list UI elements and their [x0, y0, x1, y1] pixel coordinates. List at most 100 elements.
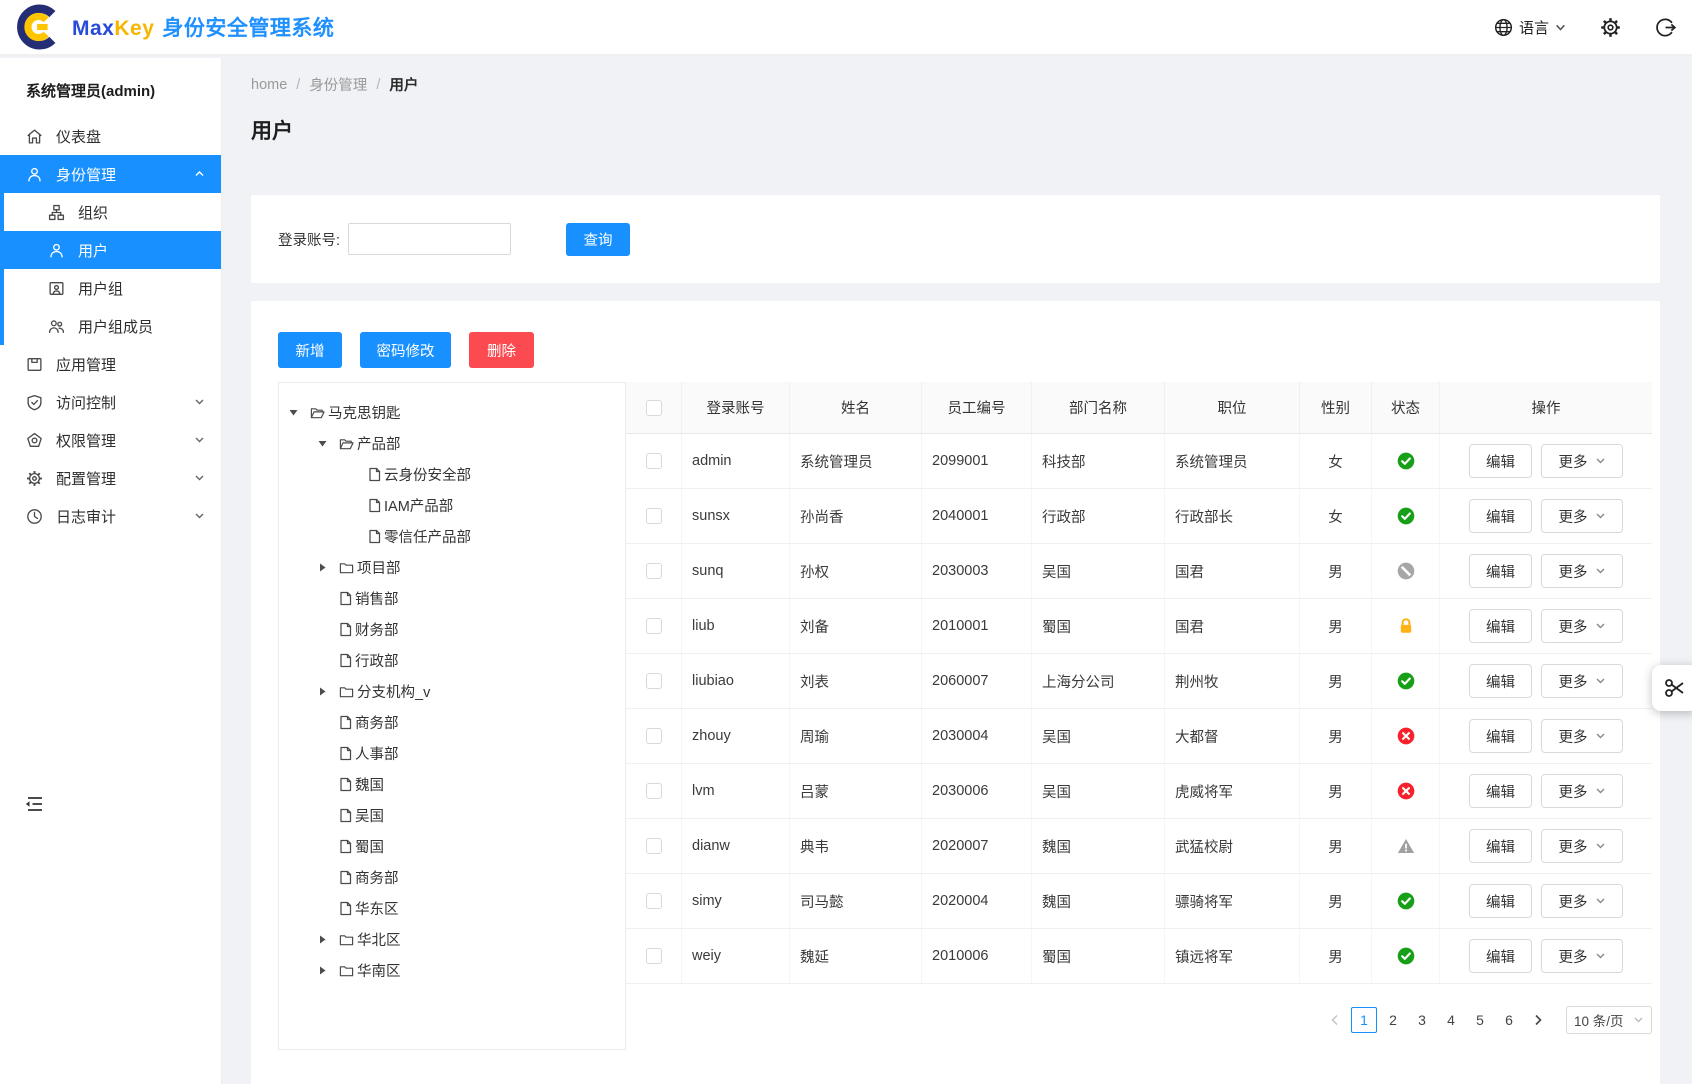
config-icon [26, 470, 43, 487]
more-dropdown-button[interactable]: 更多 [1541, 444, 1623, 478]
sidebar-item-user[interactable]: 用户 [0, 231, 221, 269]
folder-icon [339, 685, 354, 699]
row-checkbox[interactable] [646, 893, 662, 909]
more-dropdown-button[interactable]: 更多 [1541, 829, 1623, 863]
floating-widget[interactable] [1652, 665, 1692, 711]
tree-node[interactable]: 华南区 [279, 955, 625, 986]
tree-node[interactable]: 人事部 [279, 738, 625, 769]
tree-node[interactable]: 零信任产品部 [279, 521, 625, 552]
more-dropdown-button[interactable]: 更多 [1541, 609, 1623, 643]
sidebar-item-user-group[interactable]: 用户组 [0, 269, 221, 307]
row-checkbox[interactable] [646, 783, 662, 799]
sidebar-item-dashboard[interactable]: 仪表盘 [0, 117, 221, 155]
row-checkbox[interactable] [646, 618, 662, 634]
tree-expand-open-icon[interactable] [318, 439, 339, 448]
tree-expand-closed-icon[interactable] [318, 563, 339, 572]
tree-node[interactable]: 商务部 [279, 862, 625, 893]
cell-status [1372, 819, 1440, 873]
tree-expand-open-icon[interactable] [289, 408, 310, 417]
edit-button[interactable]: 编辑 [1469, 829, 1532, 863]
tree-expand-closed-icon[interactable] [318, 687, 339, 696]
file-icon [339, 622, 352, 637]
change-password-button[interactable]: 密码修改 [360, 332, 451, 368]
tree-node[interactable]: 财务部 [279, 614, 625, 645]
sidebar-item-org[interactable]: 组织 [0, 193, 221, 231]
tree-node[interactable]: 项目部 [279, 552, 625, 583]
pagination-page-6[interactable]: 6 [1496, 1007, 1522, 1033]
edit-button[interactable]: 编辑 [1469, 609, 1532, 643]
edit-button[interactable]: 编辑 [1469, 499, 1532, 533]
edit-button[interactable]: 编辑 [1469, 664, 1532, 698]
sidebar-item-audit[interactable]: 日志审计 [0, 497, 221, 535]
tree-node[interactable]: 魏国 [279, 769, 625, 800]
cell-department: 行政部 [1032, 489, 1165, 543]
tree-node[interactable]: 云身份安全部 [279, 459, 625, 490]
more-dropdown-button[interactable]: 更多 [1541, 664, 1623, 698]
tree-node[interactable]: 行政部 [279, 645, 625, 676]
more-label: 更多 [1559, 726, 1588, 747]
tree-node[interactable]: 蜀国 [279, 831, 625, 862]
breadcrumb-home[interactable]: home [251, 77, 287, 93]
settings-gear-icon[interactable] [1600, 17, 1621, 38]
edit-button[interactable]: 编辑 [1469, 444, 1532, 478]
tree-expand-closed-icon[interactable] [318, 935, 339, 944]
edit-button[interactable]: 编辑 [1469, 554, 1532, 588]
edit-button[interactable]: 编辑 [1469, 719, 1532, 753]
tree-node[interactable]: 吴国 [279, 800, 625, 831]
language-selector[interactable]: 语言 [1494, 17, 1566, 38]
sidebar-item-permission[interactable]: 权限管理 [0, 421, 221, 459]
row-checkbox[interactable] [646, 673, 662, 689]
tree-node[interactable]: 华东区 [279, 893, 625, 924]
edit-button[interactable]: 编辑 [1469, 774, 1532, 808]
maxkey-logo-icon [16, 4, 62, 50]
logout-icon[interactable] [1655, 17, 1676, 38]
cell-name: 孙权 [790, 544, 922, 598]
row-checkbox[interactable] [646, 508, 662, 524]
row-checkbox[interactable] [646, 838, 662, 854]
breadcrumb-identity[interactable]: 身份管理 [309, 74, 367, 95]
row-checkbox[interactable] [646, 453, 662, 469]
delete-button[interactable]: 删除 [469, 332, 534, 368]
identity-icon [26, 166, 43, 183]
pagination-page-2[interactable]: 2 [1380, 1007, 1406, 1033]
page-size-select[interactable]: 10 条/页 [1566, 1006, 1652, 1034]
login-account-input[interactable] [348, 223, 511, 255]
cell-position: 虎威将军 [1165, 764, 1300, 818]
more-dropdown-button[interactable]: 更多 [1541, 719, 1623, 753]
sidebar-item-config[interactable]: 配置管理 [0, 459, 221, 497]
row-checkbox[interactable] [646, 563, 662, 579]
query-button[interactable]: 查询 [566, 223, 630, 256]
edit-button[interactable]: 编辑 [1469, 884, 1532, 918]
pagination-page-3[interactable]: 3 [1409, 1007, 1435, 1033]
add-button[interactable]: 新增 [278, 332, 342, 368]
sidebar-item-app[interactable]: 应用管理 [0, 345, 221, 383]
more-dropdown-button[interactable]: 更多 [1541, 554, 1623, 588]
tree-node[interactable]: 产品部 [279, 428, 625, 459]
tree-node[interactable]: 马克思钥匙 [279, 397, 625, 428]
pagination-prev-icon[interactable] [1322, 1007, 1348, 1033]
sidebar-item-identity[interactable]: 身份管理 [0, 155, 221, 193]
pagination-next-icon[interactable] [1525, 1007, 1551, 1033]
breadcrumb-separator: / [296, 77, 300, 93]
more-dropdown-button[interactable]: 更多 [1541, 939, 1623, 973]
tree-node[interactable]: 销售部 [279, 583, 625, 614]
more-dropdown-button[interactable]: 更多 [1541, 499, 1623, 533]
sidebar-item-access[interactable]: 访问控制 [0, 383, 221, 421]
pagination-page-4[interactable]: 4 [1438, 1007, 1464, 1033]
row-checkbox[interactable] [646, 728, 662, 744]
row-checkbox[interactable] [646, 948, 662, 964]
pagination-page-5[interactable]: 5 [1467, 1007, 1493, 1033]
dashboard-icon [26, 128, 43, 145]
more-dropdown-button[interactable]: 更多 [1541, 884, 1623, 918]
edit-button[interactable]: 编辑 [1469, 939, 1532, 973]
tree-node[interactable]: 华北区 [279, 924, 625, 955]
tree-node[interactable]: 分支机构_v [279, 676, 625, 707]
tree-node[interactable]: 商务部 [279, 707, 625, 738]
select-all-checkbox[interactable] [646, 400, 662, 416]
pagination-page-1[interactable]: 1 [1351, 1007, 1377, 1033]
sidebar-item-group-members[interactable]: 用户组成员 [0, 307, 221, 345]
sidebar-collapse-icon[interactable] [24, 795, 44, 813]
more-dropdown-button[interactable]: 更多 [1541, 774, 1623, 808]
tree-node[interactable]: IAM产品部 [279, 490, 625, 521]
tree-expand-closed-icon[interactable] [318, 966, 339, 975]
